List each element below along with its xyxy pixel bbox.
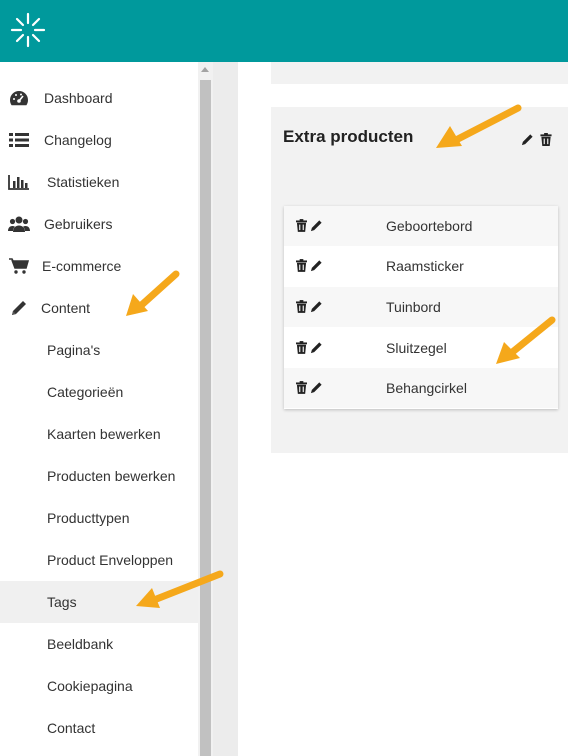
sidebar-item-changelog[interactable]: Changelog bbox=[0, 119, 198, 161]
panel-title: Extra producten bbox=[283, 127, 414, 146]
product-name: Sluitzegel bbox=[386, 340, 447, 356]
sidebar-item-label: Producttypen bbox=[47, 510, 130, 526]
sidebar-subitem-producten-bewerken[interactable]: Producten bewerken bbox=[0, 455, 198, 497]
scroll-up-arrow-icon[interactable] bbox=[201, 67, 209, 72]
sidebar-subitem-contact[interactable]: Contact bbox=[0, 707, 198, 749]
extra-producten-panel: Extra producten Geboortebord Raamsticker bbox=[271, 107, 568, 453]
top-bar bbox=[0, 0, 568, 62]
previous-panel-bottom bbox=[271, 62, 568, 84]
product-name: Geboortebord bbox=[386, 218, 473, 234]
dashboard-gauge-icon bbox=[8, 89, 30, 107]
trash-icon[interactable] bbox=[296, 341, 307, 354]
annotation-arrow-icon bbox=[496, 316, 556, 364]
annotation-arrow-icon bbox=[436, 104, 522, 148]
sidebar-subitem-beeldbank[interactable]: Beeldbank bbox=[0, 623, 198, 665]
trash-icon[interactable] bbox=[296, 381, 307, 394]
sidebar-item-gebruikers[interactable]: Gebruikers bbox=[0, 203, 198, 245]
sidebar-item-label: Categorieën bbox=[47, 384, 124, 400]
sidebar: Dashboard Changelog Statistieken Gebruik… bbox=[0, 62, 198, 756]
sidebar-item-label: Content bbox=[41, 300, 91, 316]
extra-producten-list: Geboortebord Raamsticker Tuinbord Sluitz… bbox=[284, 206, 558, 409]
sidebar-item-label: Tags bbox=[47, 594, 77, 610]
sidebar-item-label: Dashboard bbox=[44, 90, 113, 106]
sidebar-item-label: Cookiepagina bbox=[47, 678, 133, 694]
scrollbar-thumb[interactable] bbox=[200, 80, 211, 756]
sidebar-item-label: Statistieken bbox=[47, 174, 120, 190]
sidebar-item-label: Changelog bbox=[44, 132, 112, 148]
sunburst-logo-icon[interactable] bbox=[8, 10, 48, 50]
trash-icon[interactable] bbox=[296, 300, 307, 313]
layout-gutter bbox=[213, 62, 238, 756]
sidebar-item-label: Contact bbox=[47, 720, 96, 736]
sidebar-item-label: Beeldbank bbox=[47, 636, 114, 652]
sidebar-item-label: Kaarten bewerken bbox=[47, 426, 161, 442]
sidebar-scrollbar[interactable] bbox=[198, 62, 213, 756]
product-name: Raamsticker bbox=[386, 258, 464, 274]
edit-pencil-icon[interactable] bbox=[310, 341, 323, 354]
sidebar-subitem-producttypen[interactable]: Producttypen bbox=[0, 497, 198, 539]
list-item[interactable]: Geboortebord bbox=[284, 206, 558, 246]
list-item[interactable]: Behangcirkel bbox=[284, 368, 558, 408]
trash-icon[interactable] bbox=[296, 219, 307, 232]
users-icon bbox=[8, 215, 30, 233]
list-item[interactable]: Raamsticker bbox=[284, 246, 558, 286]
shopping-cart-icon bbox=[8, 257, 30, 275]
sidebar-item-label: Producten bewerken bbox=[47, 468, 176, 484]
edit-pencil-icon[interactable] bbox=[310, 300, 323, 313]
sidebar-subitem-cookiepagina[interactable]: Cookiepagina bbox=[0, 665, 198, 707]
edit-pencil-icon[interactable] bbox=[310, 219, 323, 232]
sidebar-item-label: E-commerce bbox=[42, 258, 122, 274]
sidebar-item-label: Pagina's bbox=[47, 342, 101, 358]
sidebar-item-statistieken[interactable]: Statistieken bbox=[0, 161, 198, 203]
sidebar-subitem-paginas[interactable]: Pagina's bbox=[0, 329, 198, 371]
sidebar-item-label: Gebruikers bbox=[44, 216, 113, 232]
product-name: Tuinbord bbox=[386, 299, 441, 315]
list-icon bbox=[8, 131, 30, 149]
bar-chart-icon bbox=[8, 173, 30, 191]
edit-pencil-icon[interactable] bbox=[310, 381, 323, 394]
sidebar-subitem-kaarten-bewerken[interactable]: Kaarten bewerken bbox=[0, 413, 198, 455]
edit-pencil-icon[interactable] bbox=[310, 259, 323, 272]
pencil-icon bbox=[8, 299, 30, 317]
sidebar-item-dashboard[interactable]: Dashboard bbox=[0, 77, 198, 119]
product-name: Behangcirkel bbox=[386, 380, 467, 396]
trash-icon[interactable] bbox=[296, 259, 307, 272]
trash-icon[interactable] bbox=[540, 133, 552, 146]
sidebar-subitem-categorieen[interactable]: Categorieën bbox=[0, 371, 198, 413]
annotation-arrow-icon bbox=[126, 270, 180, 316]
annotation-arrow-icon bbox=[136, 570, 224, 608]
